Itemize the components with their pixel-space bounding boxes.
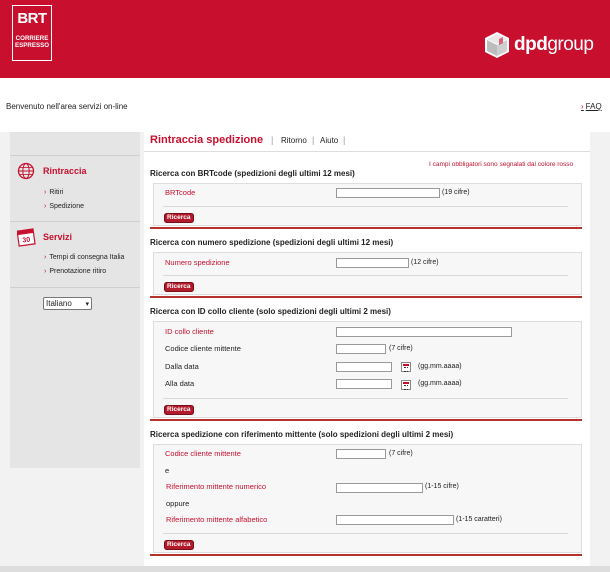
dpd-group-text: dpdgroup — [514, 34, 594, 56]
aiuto-link[interactable]: Aiuto — [320, 136, 338, 145]
bullet-arrow-icon: › — [44, 254, 47, 261]
numero-spedizione-input[interactable] — [336, 258, 409, 268]
id-collo-input[interactable] — [336, 327, 512, 337]
sidebar-head-servizi: Servizi — [43, 232, 73, 242]
sidebar-item-label: Spedizione — [49, 203, 84, 210]
language-selected: Italiano — [46, 299, 72, 308]
sidebar-item-prenotazione-ritiro[interactable]: › Prenotazione ritiro — [44, 268, 106, 275]
section-divider — [150, 227, 582, 229]
faq-link[interactable]: › FAQ — [581, 102, 602, 111]
section-title-brtcode: Ricerca con BRTcode (spedizioni degli ul… — [150, 169, 355, 178]
rif-alfabetico-label: Riferimento mittente alfabetico — [166, 515, 268, 524]
sidebar-item-spedizione[interactable]: › Spedizione — [44, 203, 84, 210]
required-fields-note: I campi obbligatori sono segnalati dal c… — [429, 161, 574, 168]
bullet-arrow-icon: › — [581, 102, 584, 111]
welcome-text: Benvenuto nell'area servizi on-line — [6, 102, 128, 111]
rif-alfabetico-hint: (1-15 caratteri) — [456, 516, 502, 523]
and-text: e — [165, 466, 170, 475]
codice-cliente-input[interactable] — [336, 344, 386, 354]
brt-logo-line2: ESPRESSO — [14, 42, 50, 49]
alla-data-hint: (gg.mm.aaaa) — [418, 380, 462, 387]
brt-logo-line1: CORRIERE — [15, 35, 49, 42]
ricerca-button-id-collo[interactable]: Ricerca — [164, 405, 194, 415]
sidebar-divider — [10, 155, 140, 156]
sidebar-item-label: Ritiri — [49, 189, 64, 196]
title-separator: | — [343, 135, 346, 145]
ricerca-button-numero[interactable]: Ricerca — [164, 282, 194, 292]
bullet-arrow-icon: › — [44, 268, 47, 275]
alla-data-input[interactable] — [336, 379, 392, 389]
dalla-data-input[interactable] — [336, 362, 392, 372]
numero-spedizione-hint: (12 cifre) — [411, 259, 439, 266]
title-divider — [144, 151, 590, 152]
panel-riferimento — [153, 444, 582, 553]
rif-codice-cliente-input[interactable] — [336, 449, 386, 459]
section-divider — [150, 296, 582, 298]
id-collo-label: ID collo cliente — [165, 327, 214, 336]
panel-divider — [163, 206, 568, 207]
brtcode-label: BRTcode — [165, 188, 196, 197]
brt-logo[interactable]: BRT CORRIERE ESPRESSO — [12, 5, 52, 61]
dalla-data-hint: (gg.mm.aaaa) — [418, 363, 462, 370]
sidebar-head-rintraccia: Rintraccia — [43, 166, 87, 176]
calendar-icon: 30 — [17, 228, 36, 247]
section-divider — [150, 554, 582, 556]
codice-cliente-label: Codice cliente mittente — [165, 344, 241, 353]
alla-data-label: Alla data — [165, 379, 195, 388]
rif-codice-cliente-hint: (7 cifre) — [389, 450, 413, 457]
language-select[interactable]: Italiano ▾ — [43, 297, 92, 310]
bullet-arrow-icon: › — [44, 203, 47, 210]
panel-divider — [163, 533, 568, 534]
globe-icon — [17, 162, 35, 180]
sidebar-divider — [10, 221, 140, 222]
sidebar-item-label: Prenotazione ritiro — [49, 268, 107, 275]
rif-numerico-input[interactable] — [336, 483, 423, 493]
rif-numerico-hint: (1-15 cifre) — [425, 483, 459, 490]
ricerca-button-riferimento[interactable]: Ricerca — [164, 540, 194, 550]
brtcode-hint: (19 cifre) — [442, 189, 470, 196]
panel-divider — [163, 398, 568, 399]
rif-numerico-label: Riferimento mittente numerico — [166, 482, 267, 491]
title-separator: | — [312, 135, 315, 145]
page-bottom-edge — [0, 566, 610, 572]
sidebar-item-ritiri[interactable]: › Ritiri — [44, 189, 63, 196]
or-text: oppure — [166, 499, 190, 508]
brt-logo-subtitle: CORRIERE ESPRESSO — [13, 35, 51, 49]
section-divider — [150, 419, 582, 421]
numero-spedizione-label: Numero spedizione — [165, 258, 230, 267]
brtcode-input[interactable] — [336, 188, 440, 198]
codice-cliente-hint: (7 cifre) — [389, 345, 413, 352]
rif-alfabetico-input[interactable] — [336, 515, 454, 525]
date-picker-icon[interactable] — [401, 362, 411, 372]
bullet-arrow-icon: › — [44, 189, 47, 196]
dpd-text-group: group — [547, 34, 594, 55]
ritorno-link[interactable]: Ritorno — [281, 136, 307, 145]
title-separator: | — [271, 135, 274, 145]
calendar-day: 30 — [22, 236, 31, 244]
sidebar-divider — [10, 287, 140, 288]
ricerca-button-brtcode[interactable]: Ricerca — [164, 213, 194, 223]
chevron-down-icon: ▾ — [85, 300, 89, 308]
dpd-group-logo[interactable]: dpdgroup — [484, 30, 594, 60]
dpd-cube-icon — [485, 32, 509, 58]
sidebar-item-tempi-consegna[interactable]: › Tempi di consegna Italia — [44, 254, 124, 261]
sidebar-item-label: Tempi di consegna Italia — [49, 254, 125, 261]
dalla-data-label: Dalla data — [165, 362, 199, 371]
date-picker-icon[interactable] — [401, 380, 411, 390]
rif-codice-cliente-label: Codice cliente mittente — [165, 449, 241, 458]
page-title: Rintraccia spedizione — [150, 134, 264, 146]
section-title-numero-spedizione: Ricerca con numero spedizione (spedizion… — [150, 238, 394, 247]
section-title-riferimento: Ricerca spedizione con riferimento mitte… — [150, 430, 454, 439]
panel-divider — [163, 275, 568, 276]
dpd-text-dpd: dpd — [514, 34, 548, 55]
section-title-id-collo: Ricerca con ID collo cliente (solo spedi… — [150, 307, 391, 316]
faq-label: FAQ — [585, 102, 602, 111]
brt-logo-mark: BRT — [17, 10, 47, 27]
